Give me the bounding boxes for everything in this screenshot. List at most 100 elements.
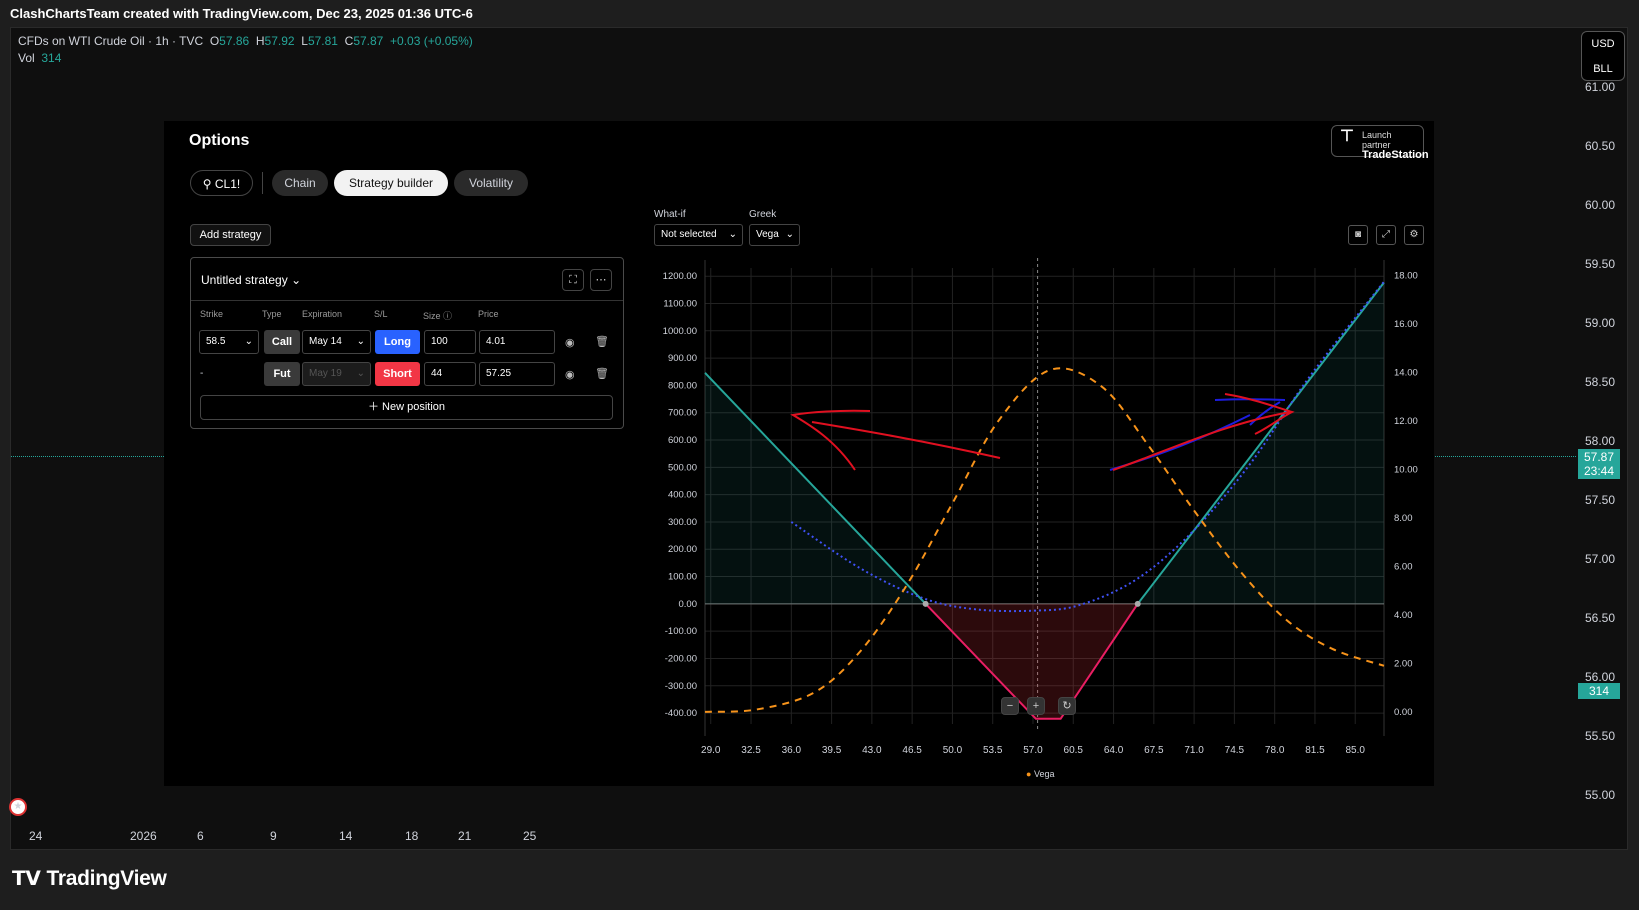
eye-icon[interactable]: ◉ <box>565 368 575 381</box>
unit-label[interactable]: BLL <box>1582 57 1624 82</box>
price-tick-label: 60.00 <box>1585 198 1616 212</box>
tradingview-snapshot: ClashChartsTeam created with TradingView… <box>0 0 1639 910</box>
close-label: C <box>344 34 354 48</box>
legend-dot-icon: ● <box>1026 769 1032 779</box>
price-tick-label: 56.00 <box>1585 670 1616 684</box>
trash-icon[interactable]: 🗑 <box>595 367 609 380</box>
time-tick-label: 21 <box>458 829 472 843</box>
chevron-down-icon: ⌄ <box>728 229 737 240</box>
price-input[interactable]: 4.01 <box>479 330 555 354</box>
high-value: 57.92 <box>264 34 295 48</box>
volume-legend[interactable]: Vol 314 <box>18 51 61 65</box>
partner-name: TradeStation <box>1362 149 1429 161</box>
symbol-name[interactable]: CFDs on WTI Crude Oil · 1h · TVC <box>18 34 203 48</box>
size-input[interactable]: 44 <box>424 362 476 386</box>
new-position-label: New position <box>382 401 446 413</box>
expiration-value: May 14 <box>309 336 342 347</box>
symbol-legend[interactable]: CFDs on WTI Crude Oil · 1h · TVC O57.86 … <box>18 34 473 48</box>
us-flag-icon[interactable]: ★ <box>9 798 27 816</box>
add-strategy-button[interactable]: Add strategy <box>190 224 271 246</box>
zoom-out-icon[interactable]: − <box>1001 697 1019 715</box>
more-options-icon[interactable]: ⋯ <box>590 269 612 291</box>
chevron-down-icon: ⌄ <box>356 368 365 379</box>
change-value: +0.03 (+0.05%) <box>390 34 473 48</box>
expiration-select-disabled: May 19 ⌄ <box>302 362 371 386</box>
expiration-select[interactable]: May 14 ⌄ <box>302 330 371 354</box>
type-toggle-fut[interactable]: Fut <box>264 362 300 386</box>
trash-icon[interactable]: 🗑 <box>595 335 609 348</box>
tab-chain[interactable]: Chain <box>272 170 328 196</box>
search-icon: ⚲ <box>202 177 212 191</box>
new-position-button[interactable]: ＋ New position <box>200 395 613 420</box>
tab-strategy-builder[interactable]: Strategy builder <box>334 170 448 196</box>
low-value: 57.81 <box>307 34 338 48</box>
tab-volatility[interactable]: Volatility <box>454 170 528 196</box>
chevron-down-icon: ⌄ <box>244 336 253 347</box>
reset-icon[interactable]: ↻ <box>1058 697 1076 715</box>
strike-value-empty: - <box>200 368 204 379</box>
expand-icon[interactable]: ⛶ <box>562 269 584 291</box>
whatif-select[interactable]: Not selected ⌄ <box>654 224 743 246</box>
open-value: 57.86 <box>219 34 250 48</box>
tv-logo-icon: 𝗧𝗩 <box>12 868 41 890</box>
search-symbol: CL1! <box>214 177 241 191</box>
volume-tag: 314 <box>1578 683 1620 699</box>
chevron-down-icon: ⌄ <box>291 273 302 287</box>
partner-caption: Launch partner <box>1362 130 1392 150</box>
price-tick-label: 57.50 <box>1585 493 1616 507</box>
tradingview-logo: 𝗧𝗩 TradingView <box>12 866 167 891</box>
strategy-name: Untitled strategy <box>201 273 288 287</box>
side-toggle-short[interactable]: Short <box>375 362 420 386</box>
price-tick-label: 58.00 <box>1585 434 1616 448</box>
time-tick-label: 2026 <box>130 829 157 843</box>
col-sl: S/L <box>374 309 388 319</box>
size-input[interactable]: 100 <box>424 330 476 354</box>
vega-legend[interactable]: ● Vega <box>1026 769 1054 779</box>
currency-label[interactable]: USD <box>1582 32 1624 57</box>
col-type: Type <box>262 309 282 319</box>
price-input[interactable]: 57.25 <box>479 362 555 386</box>
zoom-in-icon[interactable]: + <box>1027 697 1045 715</box>
price-tick-label: 59.00 <box>1585 316 1616 330</box>
plus-icon: ＋ <box>367 401 379 413</box>
info-icon[interactable]: ⓘ <box>443 311 452 321</box>
symbol-search-button[interactable]: ⚲ CL1! <box>190 170 253 196</box>
legend-label: Vega <box>1033 769 1055 779</box>
col-price: Price <box>478 309 499 319</box>
last-price-value: 57.87 <box>1583 450 1615 464</box>
price-tick-label: 57.00 <box>1585 552 1616 566</box>
type-toggle-call[interactable]: Call <box>264 330 300 354</box>
strategy-name-dropdown[interactable]: Untitled strategy ⌄ <box>201 273 301 287</box>
open-label: O <box>209 34 220 48</box>
greek-value: Vega <box>756 229 779 240</box>
col-size: Size ⓘ <box>423 309 452 322</box>
time-tick-label: 14 <box>339 829 353 843</box>
divider <box>262 172 263 194</box>
side-toggle-long[interactable]: Long <box>375 330 420 354</box>
greek-select[interactable]: Vega ⌄ <box>749 224 800 246</box>
fullscreen-icon[interactable]: ⤢ <box>1376 225 1396 245</box>
price-tick-label: 60.50 <box>1585 139 1616 153</box>
close-value: 57.87 <box>353 34 384 48</box>
settings-icon[interactable]: ⚙ <box>1404 225 1424 245</box>
chevron-down-icon: ⌄ <box>356 336 365 347</box>
whatif-label: What-if <box>654 209 686 220</box>
price-tick-label: 56.50 <box>1585 611 1616 625</box>
camera-icon[interactable]: ◙ <box>1348 225 1368 245</box>
low-label: L <box>301 34 308 48</box>
col-strike: Strike <box>200 309 224 319</box>
strike-value: 58.5 <box>206 336 226 347</box>
last-price-tag: 57.87 23:44 <box>1578 449 1620 479</box>
strike-select[interactable]: 58.5 ⌄ <box>199 330 259 354</box>
bar-countdown: 23:44 <box>1583 464 1615 478</box>
options-panel <box>164 121 1434 786</box>
price-tick-label: 58.50 <box>1585 375 1616 389</box>
currency-unit-selector[interactable]: USD BLL <box>1581 31 1625 81</box>
volume-label: Vol <box>18 51 35 65</box>
tradestation-partner-badge[interactable]: ⊤ Launch partner TradeStation <box>1331 125 1429 161</box>
time-tick-label: 18 <box>405 829 419 843</box>
volume-value: 314 <box>41 51 62 65</box>
eye-icon[interactable]: ◉ <box>565 336 575 349</box>
price-tick-label: 55.00 <box>1585 788 1616 802</box>
price-tick-label: 61.00 <box>1585 80 1616 94</box>
